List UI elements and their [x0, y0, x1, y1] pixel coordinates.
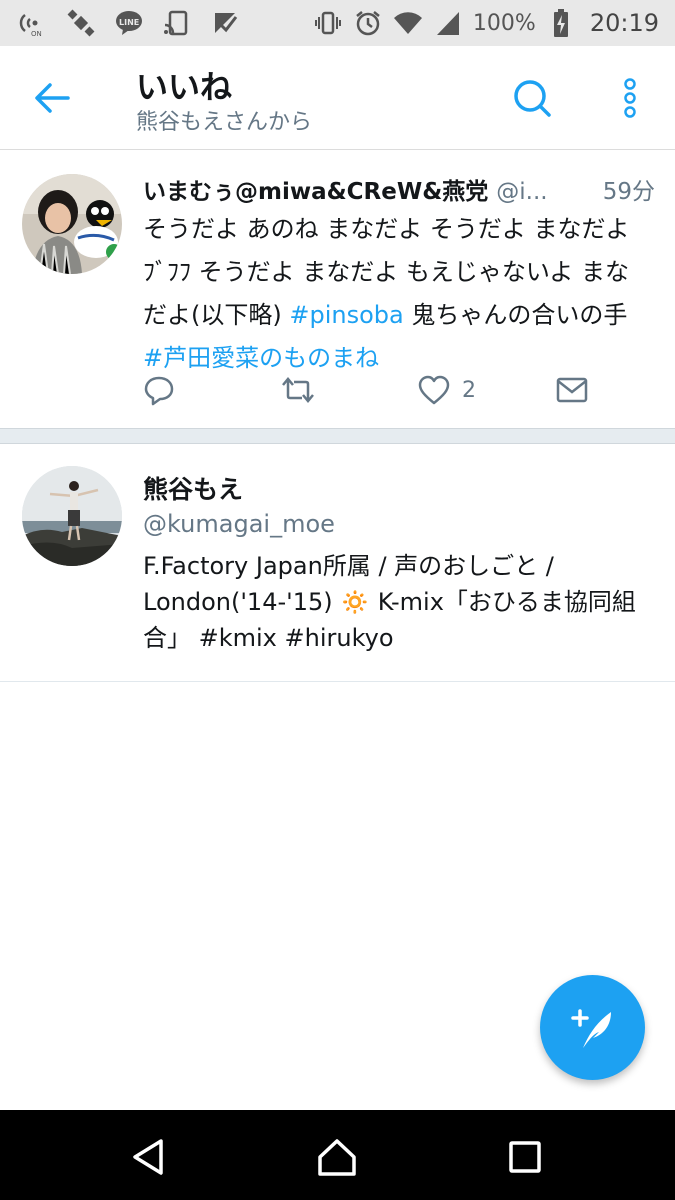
nav-home-icon: [318, 1139, 356, 1176]
like-count: 2: [462, 377, 476, 403]
retweet-icon: [282, 377, 314, 403]
nfc-icon: ON: [18, 8, 48, 38]
system-navigation-bar: [0, 1110, 675, 1200]
check-icon: [210, 8, 240, 38]
tweet-text-part: 鬼ちゃんの合いの手: [403, 301, 628, 329]
nav-back-button[interactable]: [124, 1132, 174, 1182]
satellite-icon: [66, 8, 96, 38]
search-button[interactable]: [508, 74, 556, 122]
compose-quill-icon: [570, 1008, 611, 1048]
status-icons-right: 100% 20:19: [313, 6, 659, 40]
wifi-icon: [393, 8, 423, 38]
page-subtitle: 熊谷もえさんから: [136, 110, 313, 135]
user-name[interactable]: 熊谷もえ: [143, 470, 243, 506]
page-title: いいね: [136, 68, 233, 106]
tweet-author-name[interactable]: いまむぅ@miwa&CReW&燕党: [143, 172, 488, 206]
more-vertical-icon: [624, 78, 636, 118]
hashtag-link[interactable]: #芦田愛菜のものまね: [143, 344, 379, 372]
like-button[interactable]: 2: [418, 370, 476, 410]
back-button[interactable]: [28, 76, 76, 120]
cast-icon: [162, 8, 192, 38]
signal-icon: [433, 8, 463, 38]
avatar[interactable]: [22, 174, 122, 274]
hashtag-link[interactable]: #pinsoba: [289, 301, 403, 329]
user-bio: F.Factory Japan所属 / 声のおしごと / London('14-…: [143, 552, 636, 652]
compose-tweet-button[interactable]: [540, 975, 645, 1080]
more-options-button[interactable]: [608, 74, 652, 122]
heart-icon: [418, 375, 450, 405]
nav-recents-icon: [509, 1141, 541, 1173]
search-icon: [514, 80, 551, 117]
direct-message-button[interactable]: [556, 370, 588, 410]
mail-icon: [556, 377, 588, 403]
tweet[interactable]: いまむぅ@miwa&CReW&燕党 @i... 59分 そうだよ あのね まなだ…: [0, 150, 675, 430]
status-icons-left: ON LINE: [18, 6, 240, 40]
clock: 20:19: [589, 9, 659, 37]
user-card[interactable]: 熊谷もえ @kumagai_moe F.Factory Japan所属 / 声の…: [0, 444, 675, 682]
app-bar: いいね 熊谷もえさんから: [0, 46, 675, 150]
nav-back-icon: [133, 1139, 163, 1175]
battery-icon: [546, 8, 576, 38]
nav-home-button[interactable]: [312, 1132, 362, 1182]
tweet-header: いまむぅ@miwa&CReW&燕党 @i... 59分: [143, 172, 655, 206]
tweet-timestamp: 59分: [596, 172, 655, 206]
vibrate-icon: [313, 8, 343, 38]
retweet-button[interactable]: [280, 370, 316, 410]
section-divider: [0, 428, 675, 444]
tweet-author-handle[interactable]: @i...: [496, 179, 547, 205]
avatar[interactable]: [22, 466, 122, 566]
status-bar: ON LINE 100% 20:19: [0, 0, 675, 46]
svg-text:LINE: LINE: [119, 18, 139, 27]
reply-icon: [144, 376, 174, 406]
user-handle[interactable]: @kumagai_moe: [143, 510, 335, 538]
line-icon: LINE: [114, 8, 144, 38]
tweet-text: そうだよ あのね まなだよ そうだよ まなだよﾌﾞﾌﾌ そうだよ まなだよ もえ…: [143, 208, 653, 380]
reply-button[interactable]: [143, 370, 175, 410]
battery-percent: 100%: [472, 10, 536, 36]
back-arrow-icon: [35, 83, 70, 113]
nav-recents-button[interactable]: [500, 1132, 550, 1182]
alarm-icon: [353, 8, 383, 38]
svg-text:ON: ON: [31, 30, 42, 37]
